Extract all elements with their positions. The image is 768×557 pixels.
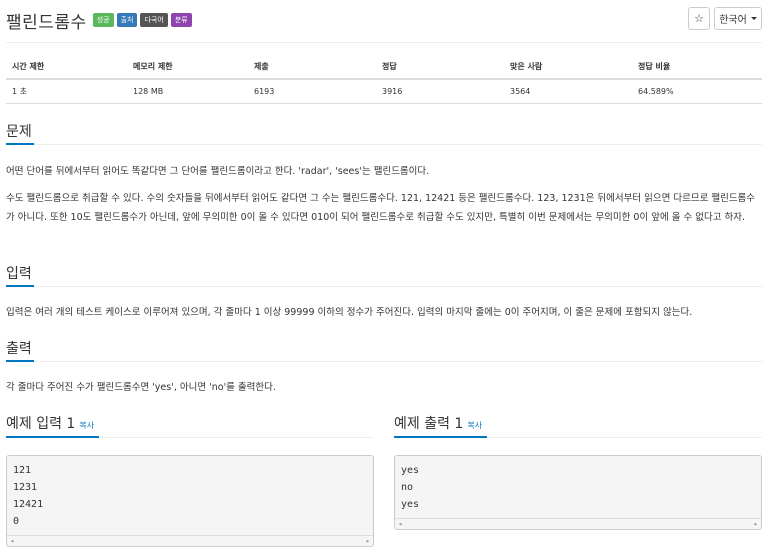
output-heading-underline	[6, 360, 34, 362]
sample-output-line: no	[401, 482, 414, 493]
title-controls: ☆ 한국어	[688, 7, 762, 30]
header-time-limit: 시간 제한	[6, 56, 127, 80]
value-memory-limit: 128 MB	[127, 79, 248, 104]
problem-heading: 문제	[6, 124, 32, 140]
problem-heading-rule	[6, 144, 762, 145]
sample-output-scrollbar[interactable]: ◂ ▸	[395, 518, 761, 529]
scroll-right-icon[interactable]: ▸	[366, 537, 370, 545]
problem-heading-underline	[6, 143, 34, 145]
input-description: 입력은 여러 개의 테스트 케이스로 이루어져 있으며, 각 줄마다 1 이상 …	[6, 307, 693, 318]
info-value-row: 1 초 128 MB 6193 3916 3564 64.589%	[6, 79, 762, 104]
header-submissions: 제출	[248, 56, 376, 80]
label-category[interactable]: 분류	[170, 13, 192, 27]
input-heading: 입력	[6, 266, 32, 282]
sample-input-title: 예제 입력 1	[6, 416, 76, 432]
sample-input-underline	[6, 436, 99, 438]
sample-input-box[interactable]: 121 1231 12421 0 ◂ ▸	[6, 455, 374, 547]
label-success[interactable]: 성공	[92, 13, 114, 27]
sample-output-box[interactable]: yes no yes ◂ ▸	[394, 455, 762, 530]
sample-output-line: yes	[401, 465, 420, 476]
problem-info-table: 시간 제한 메모리 제한 제출 정답 맞은 사람 정답 비율 1 초 128 M…	[6, 56, 762, 104]
favorite-button[interactable]: ☆	[688, 7, 710, 30]
sample-input-heading: 예제 입력 1 복사	[6, 413, 94, 433]
header-accept-rate: 정답 비율	[632, 56, 762, 80]
sample-output-title: 예제 출력 1	[394, 416, 464, 432]
scroll-left-icon[interactable]: ◂	[398, 520, 402, 528]
sample-output-heading: 예제 출력 1 복사	[394, 413, 482, 433]
input-heading-underline	[6, 285, 34, 287]
scroll-right-icon[interactable]: ▸	[754, 520, 758, 528]
sample-input-lines: 121 1231 12421 0	[7, 456, 373, 530]
sample-output-line: yes	[401, 499, 420, 510]
value-submissions[interactable]: 6193	[248, 79, 376, 104]
sample-input-scrollbar[interactable]: ◂ ▸	[7, 535, 373, 546]
sample-output-lines: yes no yes	[395, 456, 761, 513]
sample-input-line: 0	[13, 516, 20, 527]
value-accept-rate: 64.589%	[632, 79, 762, 104]
sample-input-line: 12421	[13, 499, 44, 510]
language-dropdown[interactable]: 한국어	[714, 7, 762, 30]
label-multilang[interactable]: 다국어	[140, 13, 168, 27]
value-solvers[interactable]: 3564	[504, 79, 632, 104]
header-memory-limit: 메모리 제한	[127, 56, 248, 80]
star-icon: ☆	[694, 12, 704, 25]
output-description: 각 줄마다 주어진 수가 팰린드롬수면 'yes', 아니면 'no'를 출력한…	[6, 382, 276, 393]
problem-labels: 성공 출처 다국어 분류	[92, 13, 192, 27]
page-title: 팰린드롬수	[6, 12, 87, 33]
title-row: 팰린드롬수 성공 출처 다국어 분류	[6, 6, 192, 34]
value-accepted: 3916	[376, 79, 504, 104]
copy-sample-output-link[interactable]: 복사	[467, 420, 482, 431]
header-accepted: 정답	[376, 56, 504, 80]
title-divider	[6, 42, 762, 43]
output-heading: 출력	[6, 341, 32, 357]
scroll-left-icon[interactable]: ◂	[10, 537, 14, 545]
label-source[interactable]: 출처	[116, 13, 138, 27]
sample-input-line: 121	[13, 465, 32, 476]
input-heading-rule	[6, 286, 762, 287]
header-solvers: 맞은 사람	[504, 56, 632, 80]
problem-paragraph-2: 수도 팰린드롬으로 취급할 수 있다. 수의 숫자들을 뒤에서부터 읽어도 같다…	[6, 193, 756, 223]
copy-sample-input-link[interactable]: 복사	[79, 420, 94, 431]
language-label: 한국어	[719, 15, 747, 26]
info-header-row: 시간 제한 메모리 제한 제출 정답 맞은 사람 정답 비율	[6, 56, 762, 80]
sample-input-line: 1231	[13, 482, 38, 493]
value-time-limit: 1 초	[6, 79, 127, 104]
output-heading-rule	[6, 361, 762, 362]
caret-down-icon	[750, 17, 757, 20]
sample-output-underline	[394, 436, 487, 438]
problem-paragraph-1: 어떤 단어를 뒤에서부터 읽어도 똑같다면 그 단어를 팰린드롬이라고 한다. …	[6, 166, 430, 177]
